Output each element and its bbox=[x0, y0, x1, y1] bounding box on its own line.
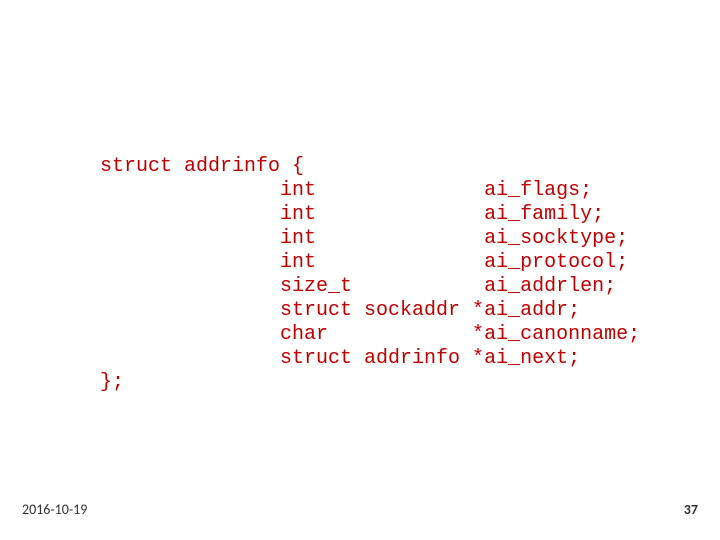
code-line: int ai_socktype; bbox=[100, 227, 628, 250]
code-line: int ai_flags; bbox=[100, 179, 592, 202]
footer-page-number: 37 bbox=[684, 501, 698, 518]
code-line: int ai_protocol; bbox=[100, 251, 628, 274]
code-line: }; bbox=[100, 371, 124, 394]
code-line: int ai_family; bbox=[100, 203, 604, 226]
code-line: char *ai_canonname; bbox=[100, 323, 640, 346]
footer-date: 2016-10-19 bbox=[22, 501, 87, 518]
code-line: struct sockaddr *ai_addr; bbox=[100, 299, 580, 322]
code-block: struct addrinfo { int ai_flags; int ai_f… bbox=[100, 155, 640, 395]
code-line: struct addrinfo { bbox=[100, 155, 304, 178]
code-line: struct addrinfo *ai_next; bbox=[100, 347, 580, 370]
code-line: size_t ai_addrlen; bbox=[100, 275, 616, 298]
slide: struct addrinfo { int ai_flags; int ai_f… bbox=[0, 0, 720, 540]
